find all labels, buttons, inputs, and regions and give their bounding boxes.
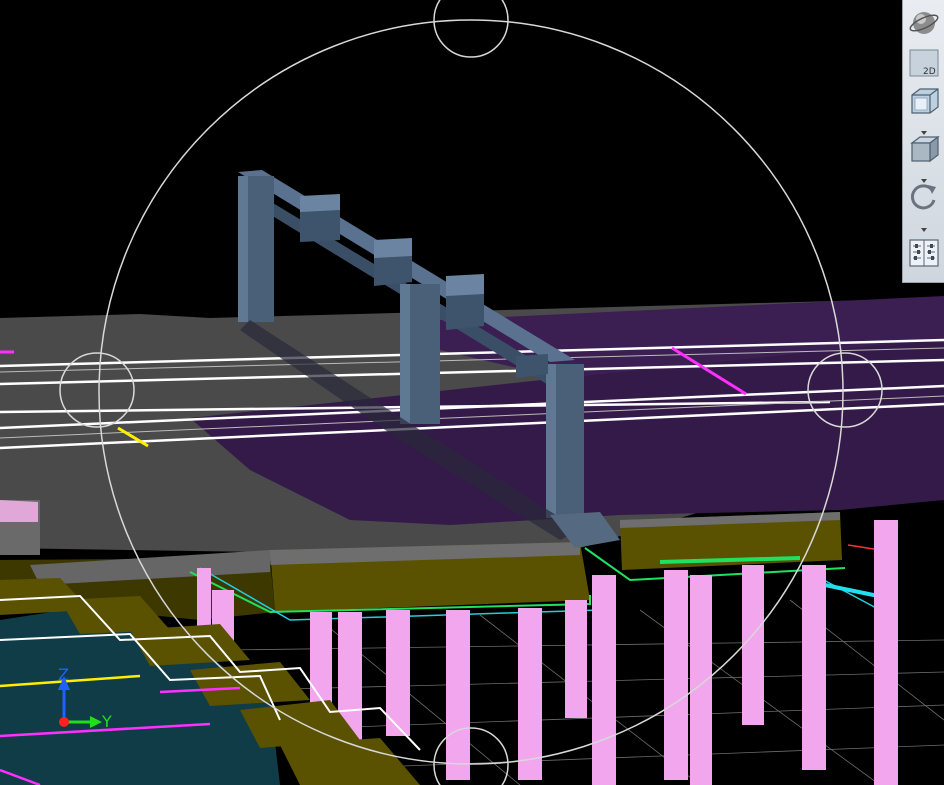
deck-pink-strip xyxy=(0,500,38,522)
shaded-cube-dropdown[interactable] xyxy=(919,169,929,183)
navigation-toolbar: 2D xyxy=(902,0,944,283)
view-settings-button[interactable] xyxy=(907,236,941,270)
view-2d-button[interactable]: 2D xyxy=(907,46,941,80)
axis-y-label: Y xyxy=(101,712,112,731)
rotate-button[interactable] xyxy=(907,180,941,214)
view-cube-dropdown[interactable] xyxy=(919,121,929,135)
axis-z-label: Z xyxy=(58,665,69,684)
shaded-cube-button[interactable] xyxy=(907,132,941,166)
wireframe-cube-icon xyxy=(911,88,939,114)
view-2d-label: 2D xyxy=(923,67,936,77)
rotate-dropdown[interactable] xyxy=(919,218,929,232)
orbit-sphere-button[interactable] xyxy=(907,6,941,40)
solid-cube-icon xyxy=(910,135,940,163)
3d-viewport[interactable]: Z Y xyxy=(0,0,944,785)
globe-icon xyxy=(909,12,939,34)
view-2d-icon: 2D xyxy=(909,49,939,77)
view-cube-button[interactable] xyxy=(907,84,941,118)
rotate-icon xyxy=(910,184,936,210)
settings-panel-icon xyxy=(909,239,939,267)
chevron-down-icon xyxy=(921,228,927,232)
